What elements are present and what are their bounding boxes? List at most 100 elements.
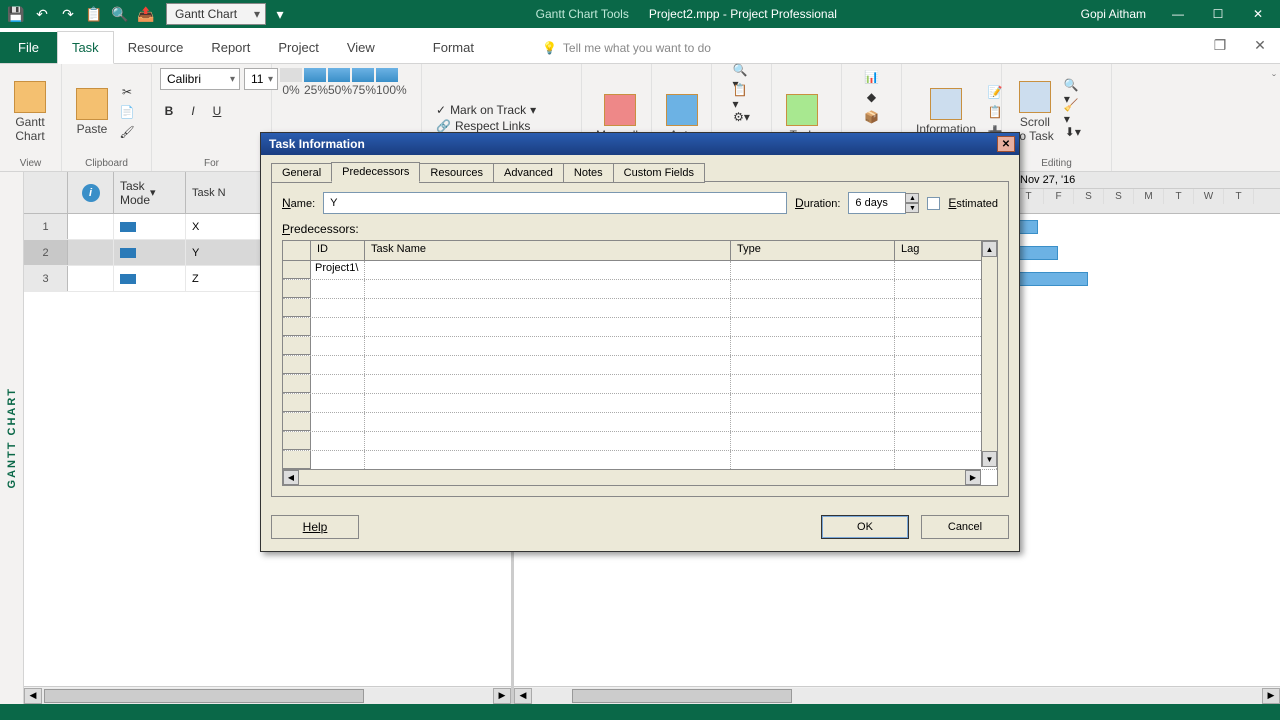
view-side-tab[interactable]: GANTT CHART <box>0 172 24 704</box>
scroll-down-icon[interactable]: ▼ <box>982 451 997 467</box>
ribbon-collapse-icon[interactable]: ˇ <box>1272 72 1276 86</box>
task-name-cell[interactable] <box>365 261 731 279</box>
redo-icon[interactable]: ↷ <box>56 2 80 26</box>
pct-0-button[interactable]: 0% <box>280 68 302 97</box>
bold-button[interactable]: B <box>160 102 178 120</box>
scroll-left-icon[interactable]: ◀ <box>514 688 532 704</box>
gantt-chart-button[interactable]: Gantt Chart <box>8 79 52 146</box>
mark-on-track-button[interactable]: ✓Mark on Track ▾ <box>436 103 536 117</box>
name-input[interactable] <box>323 192 787 214</box>
fill-icon[interactable]: ⬇▾ <box>1064 123 1082 141</box>
underline-button[interactable]: U <box>208 102 226 120</box>
table-row[interactable] <box>283 451 997 470</box>
mode-icon[interactable]: ⚙▾ <box>733 108 751 126</box>
ok-button[interactable]: OK <box>821 515 909 539</box>
scroll-right-icon[interactable]: ▶ <box>1262 688 1280 704</box>
table-row[interactable] <box>283 356 997 375</box>
pct-75-button[interactable]: 75% <box>352 68 374 97</box>
task-mode-col[interactable]: Task Mode ▾ <box>114 172 186 213</box>
user-name[interactable]: Gopi Aitham <box>1081 7 1146 21</box>
summary-icon[interactable]: 📊 <box>863 68 881 86</box>
pct-50-button[interactable]: 50% <box>328 68 350 97</box>
day-col[interactable]: T <box>1224 189 1254 204</box>
qat-icon[interactable]: 📤 <box>134 2 158 26</box>
respect-links-button[interactable]: 🔗Respect Links <box>436 119 536 133</box>
cancel-button[interactable]: Cancel <box>921 515 1009 539</box>
type-col[interactable]: Type <box>731 241 895 260</box>
estimated-checkbox[interactable] <box>927 197 940 210</box>
task-mode-cell[interactable] <box>114 266 186 291</box>
tab-notes[interactable]: Notes <box>563 163 614 183</box>
task-mode-cell[interactable] <box>114 240 186 265</box>
table-row[interactable] <box>283 337 997 356</box>
spin-up-icon[interactable]: ▲ <box>905 193 919 203</box>
day-col[interactable]: T <box>1164 189 1194 204</box>
information-button[interactable]: Information <box>910 86 982 138</box>
indicator-cell[interactable] <box>68 266 114 291</box>
tab-resource[interactable]: Resource <box>114 32 198 63</box>
tab-report[interactable]: Report <box>197 32 264 63</box>
pct-100-button[interactable]: 100% <box>376 68 398 97</box>
type-cell[interactable] <box>731 261 895 279</box>
tab-resources[interactable]: Resources <box>419 163 494 183</box>
scrollbar-thumb[interactable] <box>572 689 792 703</box>
move-icon[interactable]: 📋▾ <box>733 88 751 106</box>
indicator-cell[interactable] <box>68 214 114 239</box>
table-row[interactable] <box>283 413 997 432</box>
font-name-select[interactable]: Calibri <box>160 68 240 90</box>
spin-down-icon[interactable]: ▼ <box>905 203 919 213</box>
row-header-col[interactable] <box>283 241 311 260</box>
row-number[interactable]: 1 <box>24 214 68 239</box>
horizontal-scrollbar[interactable]: ◀ ▶ <box>283 469 981 485</box>
scroll-right-icon[interactable]: ▶ <box>493 688 511 704</box>
gantt-bar[interactable] <box>1014 272 1088 286</box>
copy-icon[interactable]: 📄 <box>118 103 136 121</box>
paste-button[interactable]: Paste <box>70 86 114 138</box>
tab-file[interactable]: File <box>0 32 57 63</box>
qat-icon[interactable]: 📋 <box>82 2 106 26</box>
qat-customize-icon[interactable]: ▾ <box>268 2 292 26</box>
day-col[interactable]: S <box>1074 189 1104 204</box>
tab-general[interactable]: General <box>271 163 332 183</box>
scroll-right-icon[interactable]: ▶ <box>965 470 981 485</box>
tab-view[interactable]: View <box>333 32 389 63</box>
ribbon-restore-icon[interactable]: ❐ <box>1200 27 1240 63</box>
view-selector[interactable]: Gantt Chart <box>166 3 266 25</box>
gantt-bar[interactable] <box>1014 246 1058 260</box>
undo-icon[interactable]: ↶ <box>30 2 54 26</box>
table-row[interactable] <box>283 280 997 299</box>
tab-format[interactable]: Format <box>419 32 488 63</box>
day-col[interactable]: W <box>1194 189 1224 204</box>
day-col[interactable]: M <box>1134 189 1164 204</box>
close-icon[interactable]: ✕ <box>1240 0 1276 28</box>
table-row[interactable] <box>283 432 997 451</box>
indicator-cell[interactable] <box>68 240 114 265</box>
minimize-icon[interactable]: — <box>1160 0 1196 28</box>
deliverable-icon[interactable]: 📦 <box>863 108 881 126</box>
row-number[interactable]: 2 <box>24 240 68 265</box>
font-size-select[interactable]: 11 <box>244 68 278 90</box>
id-col[interactable]: ID <box>311 241 365 260</box>
maximize-icon[interactable]: ☐ <box>1200 0 1236 28</box>
scrollbar-track[interactable] <box>532 688 1262 704</box>
tab-project[interactable]: Project <box>264 32 332 63</box>
table-row[interactable] <box>283 375 997 394</box>
qat-icon[interactable]: 🔍 <box>108 2 132 26</box>
pct-25-button[interactable]: 25% <box>304 68 326 97</box>
scroll-left-icon[interactable]: ◀ <box>24 688 42 704</box>
day-col[interactable]: F <box>1044 189 1074 204</box>
duration-input[interactable] <box>848 192 906 214</box>
milestone-icon[interactable]: ◆ <box>863 88 881 106</box>
task-mode-cell[interactable] <box>114 214 186 239</box>
tab-custom-fields[interactable]: Custom Fields <box>613 163 705 183</box>
help-button[interactable]: Help <box>271 515 359 539</box>
dialog-title-bar[interactable]: Task Information ✕ <box>261 133 1019 155</box>
id-cell[interactable]: Project1\ <box>311 261 365 279</box>
scroll-left-icon[interactable]: ◀ <box>283 470 299 485</box>
row-header-col[interactable] <box>24 172 68 213</box>
clear-icon[interactable]: 🧹▾ <box>1064 103 1082 121</box>
row-header-cell[interactable] <box>283 261 311 279</box>
table-row[interactable] <box>283 394 997 413</box>
table-row[interactable]: Project1\ <box>283 261 997 280</box>
task-name-col[interactable]: Task Name <box>365 241 731 260</box>
